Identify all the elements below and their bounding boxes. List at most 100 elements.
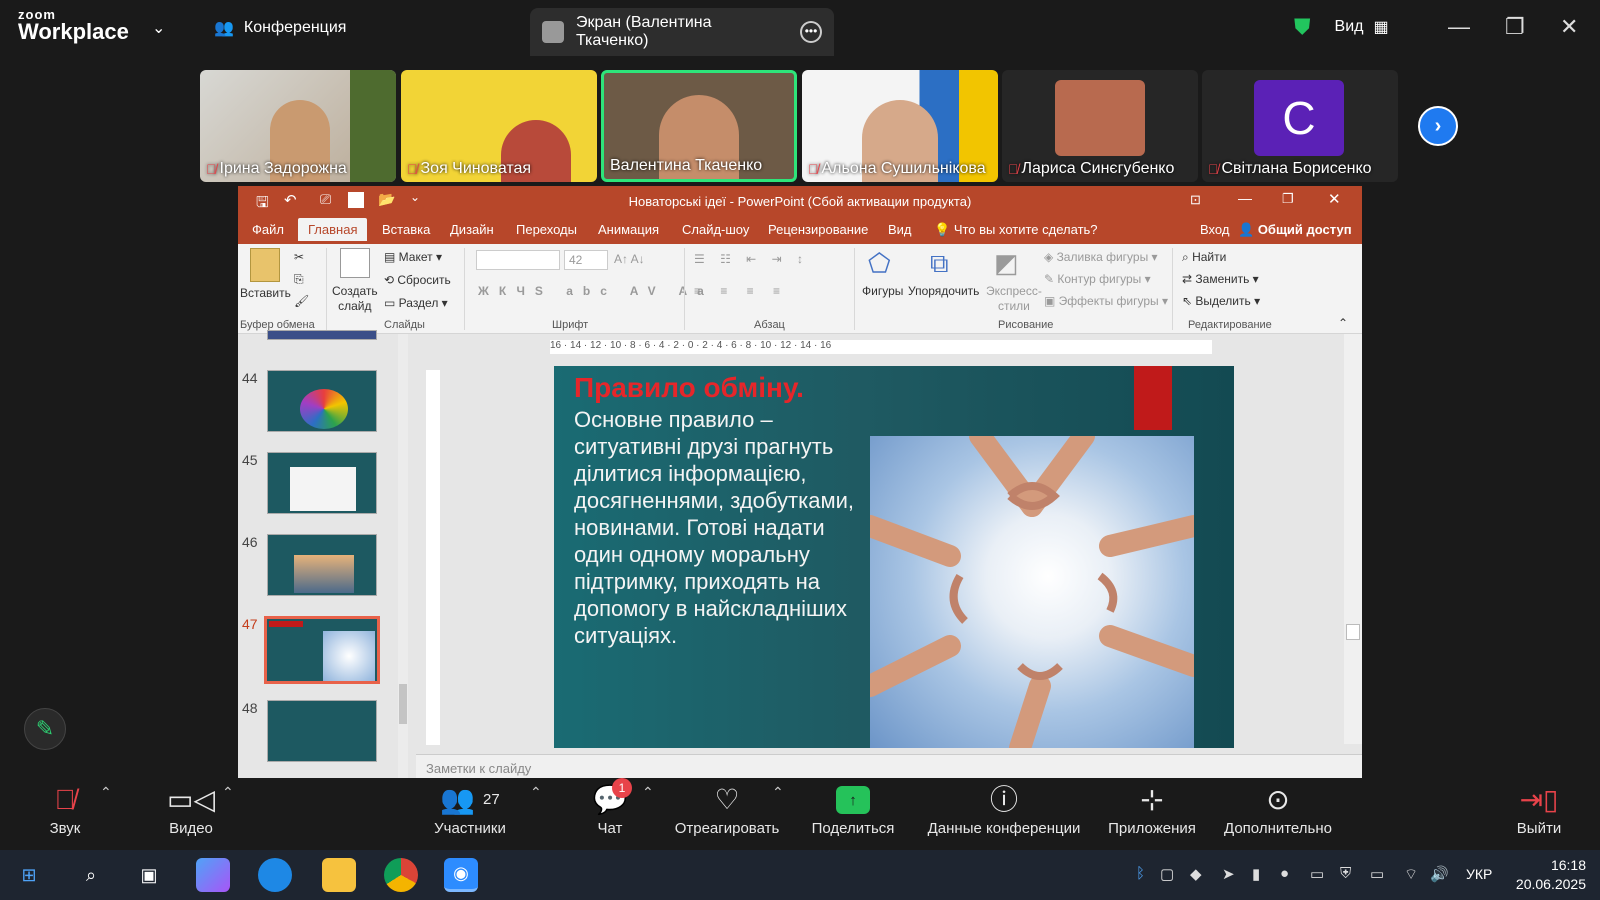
system-clock[interactable]: 16:18 20.06.2025 bbox=[1516, 856, 1586, 894]
file-explorer-icon[interactable] bbox=[322, 858, 356, 892]
minimize-icon[interactable]: — bbox=[1448, 14, 1470, 40]
participants-caret-icon[interactable]: ⌃ bbox=[530, 784, 542, 801]
volume-icon[interactable]: 🔊 bbox=[1430, 865, 1449, 883]
cut-icon[interactable]: ✂ bbox=[294, 250, 304, 264]
tab-transitions[interactable]: Переходы bbox=[516, 222, 577, 237]
audio-button[interactable]: 🎙̸ Звук bbox=[40, 780, 90, 837]
reset-button[interactable]: ⟲ Сбросить bbox=[384, 273, 451, 287]
ppt-close-icon[interactable]: ✕ bbox=[1328, 190, 1341, 208]
more-button[interactable]: ⊙ Дополнительно bbox=[1216, 780, 1340, 837]
arrange-button[interactable]: Упорядочить bbox=[908, 284, 979, 298]
copy-icon[interactable]: ⎘ bbox=[294, 272, 304, 287]
restore-icon[interactable]: ❐ bbox=[1505, 14, 1525, 40]
video-tile-4[interactable]: 🎙̸ Альона Сушильнікова bbox=[802, 70, 998, 182]
tab-insert[interactable]: Вставка bbox=[382, 222, 430, 237]
share-screen-button[interactable]: ↑ Поделиться bbox=[808, 780, 898, 837]
app-tray-icon[interactable]: ◆ bbox=[1190, 865, 1202, 883]
layout-button[interactable]: ▤ Макет ▾ bbox=[384, 250, 442, 264]
apps-button[interactable]: ⊹ Приложения bbox=[1102, 780, 1202, 837]
notes-pane[interactable]: Заметки к слайду bbox=[416, 754, 1362, 778]
next-page-arrow-icon[interactable]: › bbox=[1418, 106, 1458, 146]
more-options-icon[interactable]: ••• bbox=[800, 21, 822, 43]
task-view-icon[interactable]: ▣ bbox=[132, 858, 166, 892]
section-button[interactable]: ▭ Раздел ▾ bbox=[384, 296, 448, 310]
slide-thumbnail[interactable] bbox=[267, 370, 377, 432]
video-tile-6[interactable]: C 🎙̸ Світлана Борисенко bbox=[1202, 70, 1398, 182]
slide-thumbnail[interactable] bbox=[267, 700, 377, 762]
tab-animations[interactable]: Анимация bbox=[598, 222, 659, 237]
meeting-info-button[interactable]: ⓘ Данные конференции bbox=[924, 780, 1084, 837]
security-icon[interactable]: ⛨ bbox=[1340, 865, 1351, 882]
chrome-icon[interactable] bbox=[384, 858, 418, 892]
paste-button[interactable]: Вставить bbox=[240, 286, 291, 300]
tab-slideshow[interactable]: Слайд-шоу bbox=[682, 222, 749, 237]
ppt-restore-icon[interactable]: ❐ bbox=[1282, 191, 1294, 207]
font-size-select[interactable]: 42 bbox=[564, 250, 608, 270]
windows-start-icon[interactable]: ⊞ bbox=[12, 858, 46, 892]
slide-thumbnail-selected[interactable] bbox=[264, 616, 380, 684]
telegram-icon[interactable]: ➤ bbox=[1222, 865, 1235, 883]
audio-options-caret-icon[interactable]: ⌃ bbox=[100, 784, 112, 801]
scrollbar-thumb[interactable] bbox=[1346, 624, 1360, 640]
font-family-select[interactable] bbox=[476, 250, 560, 270]
thumbnail-43-partial[interactable] bbox=[267, 330, 377, 340]
slide-body-text[interactable]: Основне правило – ситуативні друзі прагн… bbox=[574, 406, 874, 649]
shapes-button[interactable]: Фигуры bbox=[862, 284, 903, 298]
thumbnails-scrollbar[interactable] bbox=[398, 334, 408, 778]
slide-title[interactable]: Правило обміну. bbox=[574, 372, 804, 404]
slide-thumbnail[interactable] bbox=[267, 452, 377, 514]
select-button[interactable]: ⇖ Выделить ▾ bbox=[1182, 294, 1260, 308]
replace-button[interactable]: ⇄ Заменить ▾ bbox=[1182, 272, 1259, 286]
video-tile-2[interactable]: 🎙̸ Зоя Чиноватая bbox=[401, 70, 597, 182]
usb-icon[interactable]: ▮ bbox=[1252, 865, 1260, 883]
bluetooth-icon[interactable]: ᛒ bbox=[1136, 865, 1145, 882]
video-tile-5[interactable]: 🎙̸ Лариса Синєгубенко bbox=[1002, 70, 1198, 182]
sign-in-link[interactable]: Вход bbox=[1200, 222, 1229, 237]
react-caret-icon[interactable]: ⌃ bbox=[772, 784, 784, 801]
format-painter-icon[interactable]: 🖌 bbox=[294, 294, 309, 308]
tab-home[interactable]: Главная bbox=[298, 218, 368, 241]
scrollbar-thumb[interactable] bbox=[399, 684, 407, 724]
tray-app-icon[interactable]: ● bbox=[1280, 865, 1289, 882]
copilot-icon[interactable] bbox=[196, 858, 230, 892]
battery-icon[interactable]: ▭ bbox=[1370, 865, 1384, 883]
share-button[interactable]: 👤 Общий доступ bbox=[1238, 222, 1352, 238]
quick-styles-button[interactable]: Экспресс- стили bbox=[986, 284, 1042, 314]
video-options-caret-icon[interactable]: ⌃ bbox=[222, 784, 234, 801]
shape-outline-button[interactable]: ✎ Контур фигуры ▾ bbox=[1044, 272, 1151, 286]
slide-canvas[interactable]: Правило обміну. Основне правило – ситуат… bbox=[554, 366, 1234, 748]
font-format-icons[interactable]: ЖКЧS abc AV Aa bbox=[478, 284, 714, 298]
react-button[interactable]: ♡ Отреагировать bbox=[672, 780, 782, 837]
input-language[interactable]: УКР bbox=[1466, 866, 1492, 882]
slide-thumbnail[interactable] bbox=[267, 534, 377, 596]
leave-button[interactable]: ⇥▯ Выйти bbox=[1514, 780, 1564, 837]
align-icons[interactable]: ≡ ≡ ≡ ≡ bbox=[694, 284, 788, 298]
screen-share-tab[interactable]: Экран (Валентина Ткаченко) ••• bbox=[530, 8, 834, 56]
participants-button[interactable]: 👥 27 Участники bbox=[430, 780, 510, 837]
tab-review[interactable]: Рецензирование bbox=[768, 222, 868, 237]
shape-effects-button[interactable]: ▣ Эффекты фигуры ▾ bbox=[1044, 294, 1168, 308]
ppt-minimize-icon[interactable]: — bbox=[1238, 190, 1252, 206]
list-icons[interactable]: ☰ ☷ ⇤ ⇥ ↕ bbox=[694, 252, 809, 266]
view-button[interactable]: ⛊ Вид ▦ bbox=[1294, 14, 1389, 40]
video-tile-1[interactable]: 🎙̸ Ірина Задорожна bbox=[200, 70, 396, 182]
wifi-icon[interactable]: ⌔ bbox=[1404, 865, 1418, 884]
ribbon-display-icon[interactable]: ⊡ bbox=[1190, 192, 1201, 208]
hands-heart-photo[interactable] bbox=[859, 425, 1205, 748]
app-menu-chevron-icon[interactable]: ⌄ bbox=[152, 18, 165, 38]
collapse-ribbon-icon[interactable]: ⌃ bbox=[1338, 316, 1348, 330]
search-icon[interactable]: ⌕ bbox=[74, 858, 108, 892]
close-icon[interactable]: ✕ bbox=[1560, 14, 1578, 40]
new-slide-button[interactable]: Создать слайд bbox=[332, 284, 378, 314]
grow-font-icon[interactable]: A↑ A↓ bbox=[614, 252, 645, 266]
tell-me-box[interactable]: 💡 Что вы хотите сделать? bbox=[934, 222, 1098, 238]
tab-file[interactable]: Файл bbox=[252, 222, 284, 237]
video-button[interactable]: ▭◁ Видео bbox=[156, 780, 226, 837]
find-button[interactable]: ⌕ Найти bbox=[1182, 250, 1226, 265]
edge-browser-icon[interactable] bbox=[258, 858, 292, 892]
chat-caret-icon[interactable]: ⌃ bbox=[642, 784, 654, 801]
zoom-tray-icon[interactable]: ▢ bbox=[1160, 865, 1174, 883]
shape-fill-button[interactable]: ◈ Заливка фигуры ▾ bbox=[1044, 250, 1158, 264]
annotate-pencil-icon[interactable]: ✎ bbox=[24, 708, 66, 750]
video-tile-3-active-speaker[interactable]: Валентина Ткаченко bbox=[601, 70, 797, 182]
